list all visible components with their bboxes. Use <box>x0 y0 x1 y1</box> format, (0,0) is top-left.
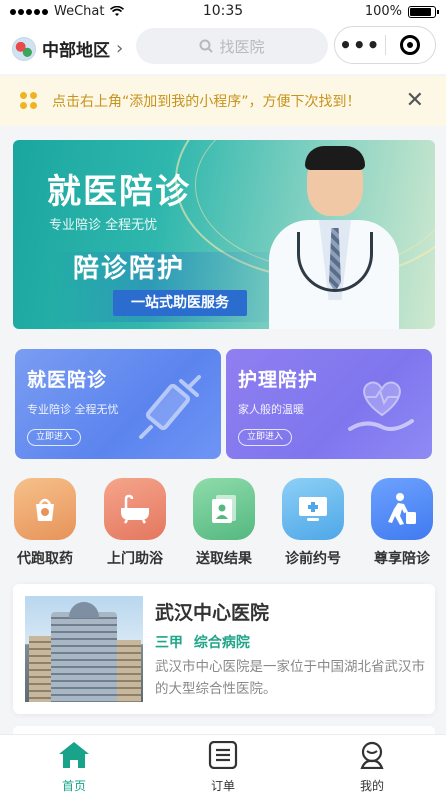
battery-percent: 100% <box>364 4 402 19</box>
service-card-escort[interactable]: 就医陪诊 专业陪诊 全程无忧 立即进入 <box>15 349 221 459</box>
quick-service-label: 代跑取药 <box>17 551 73 567</box>
service-card-title: 护理陪护 <box>238 369 319 391</box>
tab-label: 首页 <box>61 779 86 793</box>
quick-services: 代跑取药 上门助浴 送取结果 诊前约号 尊享陪诊 <box>0 476 446 568</box>
globe-icon <box>12 36 36 61</box>
quick-service-label: 诊前约号 <box>285 551 341 567</box>
target-circle-icon <box>400 35 421 55</box>
banner-title: 就医陪诊 <box>47 172 191 212</box>
banner-headline: 陪诊陪护 <box>73 254 186 284</box>
promo-banner[interactable]: 就医陪诊 专业陪诊 全程无忧 陪诊陪护 一站式助医服务 <box>13 140 435 329</box>
bottom-tab-bar: 首页 订单 我的 <box>0 734 446 793</box>
mini-program-home: WeChat 10:35 100% 中部地区 › 找医院 ••• 点击右上角“添… <box>0 0 446 793</box>
quick-service-appointment[interactable]: 诊前约号 <box>273 476 353 568</box>
battery-icon <box>408 5 439 18</box>
tab-orders[interactable]: 订单 <box>173 740 273 793</box>
add-to-favorites-notice: 点击右上角“添加到我的小程序”，方便下次找到！ ✕ <box>0 76 446 126</box>
chevron-right-icon: › <box>116 38 124 59</box>
quick-service-label: 上门助浴 <box>107 551 163 567</box>
order-list-icon <box>208 740 238 770</box>
close-icon[interactable]: ✕ <box>406 90 424 112</box>
more-menu-button[interactable]: ••• <box>335 35 385 55</box>
banner-pill: 一站式助医服务 <box>113 290 247 316</box>
quick-service-label: 尊享陪诊 <box>374 551 430 567</box>
miniprogram-capsule: ••• <box>334 26 436 64</box>
quick-service-vip-escort[interactable]: 尊享陪诊 <box>362 476 442 568</box>
service-card-title: 就医陪诊 <box>27 369 108 391</box>
enter-button[interactable]: 立即进入 <box>238 429 293 446</box>
top-nav: 中部地区 › 找医院 ••• <box>0 24 446 74</box>
report-icon <box>193 478 255 540</box>
syringe-icon <box>139 375 201 439</box>
service-card-care[interactable]: 护理陪护 家人般的温暖 立即进入 <box>226 349 432 459</box>
banner-subtitle: 专业陪诊 全程无忧 <box>49 218 158 233</box>
quick-service-results[interactable]: 送取结果 <box>184 476 264 568</box>
doctor-image <box>269 146 399 329</box>
medicine-bag-icon <box>14 478 76 540</box>
tab-profile[interactable]: 我的 <box>322 741 422 793</box>
search-placeholder: 找医院 <box>219 37 265 56</box>
enter-button[interactable]: 立即进入 <box>27 429 82 446</box>
monitor-icon <box>282 478 344 540</box>
escort-person-icon <box>371 478 433 540</box>
hospital-photo <box>25 596 143 702</box>
search-icon <box>199 39 214 53</box>
search-bar[interactable]: 找医院 <box>136 28 328 64</box>
notice-text: 点击右上角“添加到我的小程序”，方便下次找到！ <box>52 94 361 110</box>
quick-service-bath[interactable]: 上门助浴 <box>95 476 175 568</box>
hospital-tags: 三甲 综合病院 <box>155 635 250 651</box>
home-icon <box>59 742 89 768</box>
heart-hand-icon <box>348 381 414 431</box>
tab-home[interactable]: 首页 <box>24 741 124 793</box>
location-selector[interactable]: 中部地区 › <box>12 36 123 61</box>
hospital-description: 武汉市中心医院是一家位于中国湖北省武汉市的大型综合性医院。 <box>155 659 425 697</box>
bathtub-icon <box>104 478 166 540</box>
apps-icon <box>20 92 38 110</box>
location-name: 中部地区 <box>42 41 110 61</box>
status-bar: WeChat 10:35 100% <box>0 0 446 24</box>
tab-label: 我的 <box>359 779 384 793</box>
hospital-card[interactable]: 武汉中心医院 三甲 综合病院 武汉市中心医院是一家位于中国湖北省武汉市的大型综合… <box>13 584 435 714</box>
quick-service-medicine[interactable]: 代跑取药 <box>5 476 85 568</box>
hospital-name: 武汉中心医院 <box>155 602 270 624</box>
close-miniprogram-button[interactable] <box>385 35 435 55</box>
tab-label: 订单 <box>210 779 235 793</box>
service-card-subtitle: 专业陪诊 全程无忧 <box>27 403 119 416</box>
profile-icon <box>360 741 384 770</box>
service-card-subtitle: 家人般的温暖 <box>238 403 304 416</box>
quick-service-label: 送取结果 <box>196 551 252 567</box>
